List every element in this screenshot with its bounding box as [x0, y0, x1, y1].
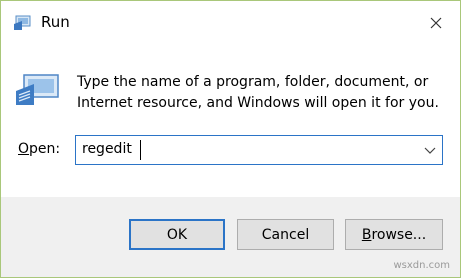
instruction-line-1: Type the name of a program, folder, docu…: [77, 74, 429, 90]
instruction-line-2: Internet resource, and Windows will open…: [77, 95, 439, 111]
browse-button-label: Browse...: [362, 227, 426, 243]
ok-button[interactable]: OK: [129, 219, 225, 250]
watermark: wsxdn.com: [393, 260, 450, 271]
text-caret: [140, 140, 141, 160]
window-title: Run: [41, 13, 70, 31]
dropdown-button[interactable]: [422, 142, 438, 158]
cancel-button[interactable]: Cancel: [237, 219, 334, 250]
run-program-icon: [14, 73, 60, 111]
open-input[interactable]: regedit: [82, 141, 132, 157]
browse-button[interactable]: Browse...: [345, 219, 443, 250]
open-label-rest: pen:: [29, 141, 61, 157]
chevron-down-icon: [424, 147, 436, 154]
ok-button-label: OK: [166, 226, 188, 243]
open-label: Open:: [18, 141, 60, 157]
browse-label-rest: rowse...: [371, 226, 427, 243]
instruction-text: Type the name of a program, folder, docu…: [77, 72, 447, 114]
close-button[interactable]: [416, 7, 456, 39]
title-bar: Run: [1, 1, 460, 41]
browse-accelerator: B: [361, 226, 372, 243]
run-app-icon: [13, 15, 31, 35]
close-icon: [430, 17, 442, 29]
open-label-accelerator: O: [18, 141, 30, 157]
run-dialog: Run Type the name of a program, folder, …: [0, 0, 461, 278]
cancel-button-label: Cancel: [261, 226, 310, 243]
open-combobox[interactable]: regedit: [75, 135, 443, 165]
